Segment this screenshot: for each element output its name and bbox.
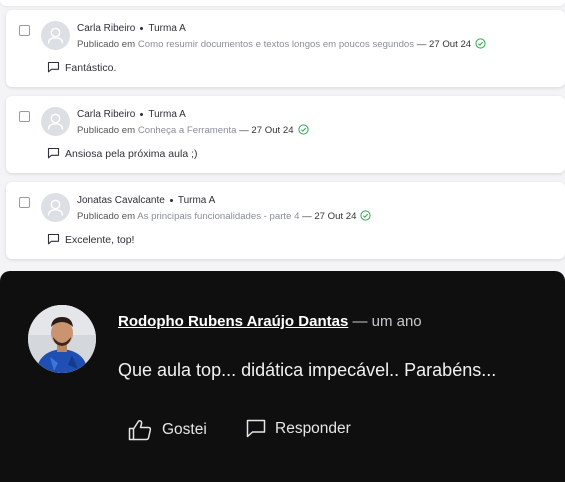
separator-dot [140, 26, 144, 30]
published-prefix: Publicado em [77, 39, 136, 50]
featured-comment: Rodopho Rubens Araújo Dantas — um ano Qu… [0, 271, 565, 482]
comment-body: Excelente, top! [65, 234, 135, 246]
lesson-link[interactable]: Como resumir documentos e textos longos … [138, 39, 414, 50]
speech-bubble-icon [246, 419, 266, 438]
select-checkbox[interactable] [19, 197, 30, 208]
avatar [28, 305, 96, 373]
comment-text: Ansiosa pela próxima aula ;) [47, 147, 198, 160]
thumbs-up-icon [128, 420, 152, 441]
user-silhouette-icon [47, 199, 64, 216]
check-circle-icon [475, 38, 486, 49]
separator-dot [169, 198, 173, 202]
check-circle-icon [297, 124, 309, 135]
comment-text: Fantástico. [47, 61, 116, 74]
comment-body: Fantástico. [65, 62, 117, 74]
separator-dot [140, 112, 144, 116]
like-button[interactable]: Gostei [128, 419, 207, 441]
avatar [41, 107, 70, 136]
user-silhouette-icon [47, 113, 64, 130]
avatar [41, 21, 70, 50]
featured-comment-text: Que aula top... didática impecável.. Par… [118, 360, 497, 380]
speech-bubble-icon [47, 61, 60, 73]
comment-card: Jonatas Cavalcante Turma A Publicado em A… [6, 182, 565, 259]
comment-text: Excelente, top! [47, 233, 134, 246]
published-prefix: Publicado em [77, 211, 136, 222]
comment-card: Carla Ribeiro Turma A Publicado em Como r… [6, 10, 565, 87]
select-checkbox[interactable] [19, 111, 30, 122]
lesson-link[interactable]: As principais funcionalidades - parte 4 [137, 211, 299, 222]
author-name[interactable]: Carla Ribeiro [77, 109, 135, 120]
speech-bubble-icon [47, 233, 60, 245]
published-line: Publicado em Como resumir documentos e t… [77, 38, 486, 50]
author-name[interactable]: Jonatas Cavalcante [77, 195, 165, 206]
author-name[interactable]: Rodopho Rubens Araújo Dantas [118, 313, 348, 330]
published-date: — 27 Out 24 [416, 39, 472, 50]
check-circle-icon [360, 210, 372, 221]
author-line: Jonatas Cavalcante Turma A [77, 195, 215, 206]
published-prefix: Publicado em [77, 125, 136, 136]
comments-page: Carla Ribeiro Turma A Publicado em Como r… [0, 0, 565, 482]
class-name: Turma A [148, 109, 186, 120]
comment-card: Carla Ribeiro Turma A Publicado em Conheç… [6, 96, 565, 173]
published-date: — 27 Out 24 [302, 211, 357, 222]
speech-bubble-icon [47, 147, 60, 159]
reply-button[interactable]: Responder [246, 419, 351, 438]
comment-body: Ansiosa pela próxima aula ;) [65, 148, 198, 160]
author-line: Carla Ribeiro Turma A [77, 23, 186, 34]
class-name: Turma A [148, 23, 186, 34]
lesson-link[interactable]: Conheça a Ferramenta [138, 125, 237, 136]
previous-card-edge [0, 0, 565, 6]
author-name[interactable]: Carla Ribeiro [77, 23, 135, 34]
profile-photo [28, 305, 96, 373]
published-line: Publicado em Conheça a Ferramenta — 27 O… [77, 124, 309, 136]
published-date: — 27 Out 24 [239, 125, 294, 136]
author-line: Carla Ribeiro Turma A [77, 109, 186, 120]
reply-label: Responder [275, 419, 351, 437]
comment-time: — um ano [352, 313, 422, 330]
select-checkbox[interactable] [19, 25, 30, 36]
avatar [41, 193, 70, 222]
user-silhouette-icon [47, 27, 64, 44]
class-name: Turma A [177, 195, 216, 206]
like-label: Gostei [162, 421, 207, 438]
featured-author-line: Rodopho Rubens Araújo Dantas — um ano [118, 313, 422, 330]
published-line: Publicado em As principais funcionalidad… [77, 210, 372, 222]
